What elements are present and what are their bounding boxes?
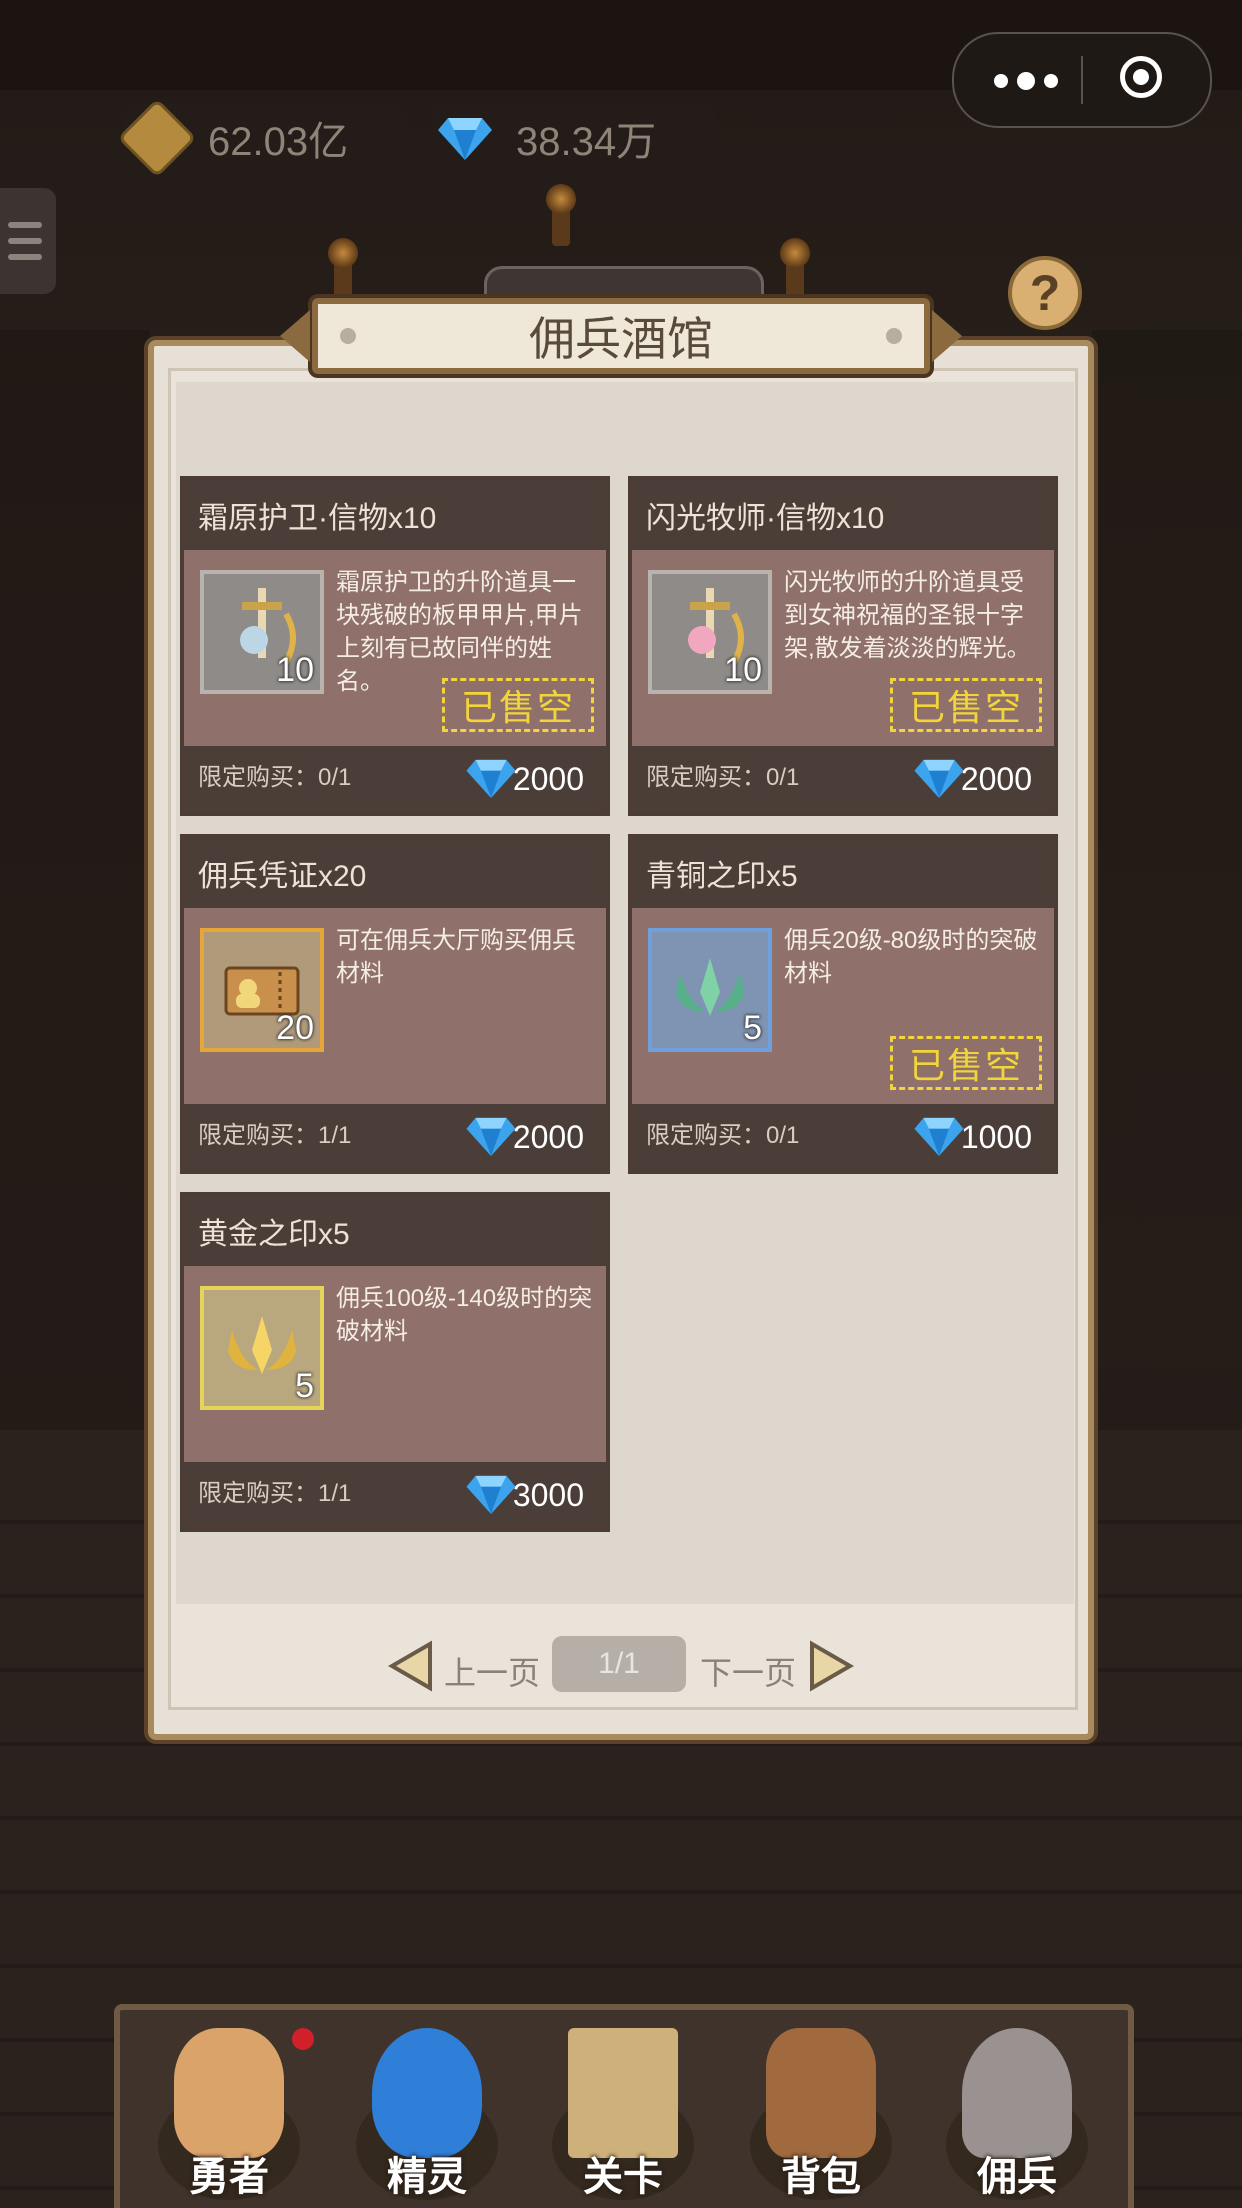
gold-coin-icon [117, 98, 197, 178]
item-price: 2000 [960, 761, 1032, 797]
map-icon [568, 2028, 678, 2158]
nav-label: 关卡 [583, 2155, 663, 2199]
bronze-seal-icon: 5 [648, 928, 772, 1052]
notification-badge [292, 2028, 314, 2050]
sold-out-stamp: 已售空 [890, 1036, 1042, 1090]
menu-line [8, 238, 42, 244]
item-name: 青铜之印x5 [632, 838, 1054, 908]
item-price: 3000 [512, 1477, 584, 1513]
purchase-limit: 限定购买：0/1 [646, 764, 800, 791]
diamond-icon [914, 759, 964, 798]
nav-spirit[interactable]: 精灵 [342, 2010, 512, 2208]
backpack-icon [766, 2028, 876, 2158]
nav-label: 精灵 [387, 2155, 467, 2199]
diamond-icon [466, 1475, 516, 1514]
item-count: 5 [743, 1009, 762, 1047]
item-count: 5 [295, 1367, 314, 1405]
help-button[interactable]: ? [1008, 256, 1082, 330]
plaque-pin [886, 328, 902, 344]
item-description: 闪光牧师的升阶道具受到女神祝福的圣银十字架,散发着淡淡的辉光。 [784, 569, 1031, 662]
item-name: 佣兵凭证x20 [184, 838, 606, 908]
nav-label: 佣兵 [977, 2155, 1057, 2199]
page-indicator: 1/1 [552, 1636, 686, 1692]
shop-item-card[interactable]: 黄金之印x5 5 佣兵100级-140级时的突破材料 限定购买：1/1 3000 [180, 1192, 610, 1532]
next-page-button[interactable]: 下一页 [700, 1648, 796, 1694]
item-count: 20 [276, 1009, 314, 1047]
item-description: 佣兵100级-140级时的突破材料 [336, 1285, 593, 1345]
diamond-icon [466, 1117, 516, 1156]
gold-amount: 62.03亿 [208, 120, 349, 164]
pagination: 上一页 1/1 下一页 [388, 1636, 858, 1698]
item-count: 10 [276, 651, 314, 689]
prev-page-button[interactable]: 上一页 [444, 1648, 540, 1694]
ticket-icon: 20 [200, 928, 324, 1052]
shop-item-card[interactable]: 青铜之印x5 5 佣兵20级-80级时的突破材料 已售空 限定购买：0/1 10… [628, 834, 1058, 1174]
item-description: 佣兵20级-80级时的突破材料 [784, 927, 1038, 987]
close-target-icon[interactable] [1120, 56, 1162, 98]
item-description: 可在佣兵大厅购买佣兵材料 [336, 927, 576, 987]
item-name: 闪光牧师·信物x10 [632, 480, 1054, 550]
diamond-icon [466, 759, 516, 798]
nav-label: 勇者 [189, 2155, 269, 2199]
nav-backpack[interactable]: 背包 [736, 2010, 906, 2208]
nav-stage[interactable]: 关卡 [538, 2010, 708, 2208]
menu-line [8, 222, 42, 228]
diamond-icon [436, 109, 494, 167]
wall-shadow-left [0, 330, 150, 1430]
torch-icon [546, 184, 576, 246]
gold-currency: 62.03亿 [117, 98, 406, 178]
shop-item-card[interactable]: 闪光牧师·信物x10 10 闪光牧师的升阶道具受到女神祝福的圣银十字架,散发着淡… [628, 476, 1058, 816]
purchase-limit: 限定购买：0/1 [198, 764, 352, 791]
item-price: 2000 [512, 1119, 584, 1155]
purchase-limit: 限定购买：0/1 [646, 1122, 800, 1149]
sold-out-stamp: 已售空 [442, 678, 594, 732]
hero-icon [174, 2028, 284, 2158]
wall-shadow-right [1092, 330, 1242, 1430]
prev-arrow-icon[interactable] [388, 1640, 434, 1692]
nav-hero[interactable]: 勇者 [144, 2010, 314, 2208]
item-price: 1000 [960, 1119, 1032, 1155]
diamond-currency: 38.34万 [430, 104, 716, 172]
item-name: 霜原护卫·信物x10 [184, 480, 606, 550]
diamond-amount: 38.34万 [516, 120, 657, 164]
nav-mercenary[interactable]: 佣兵 [932, 2010, 1102, 2208]
torch-icon [780, 238, 810, 300]
mini-program-capsule [952, 32, 1212, 128]
side-menu-button[interactable] [0, 188, 56, 294]
mercenary-helmet-icon [962, 2028, 1072, 2158]
torch-icon [328, 238, 358, 300]
next-arrow-icon[interactable] [808, 1640, 854, 1692]
diamond-icon [914, 1117, 964, 1156]
nav-label: 背包 [781, 2155, 861, 2199]
panel-title-plaque: 佣兵酒馆 [312, 298, 930, 374]
shop-item-card[interactable]: 佣兵凭证x20 20 可在佣兵大厅购买佣兵材料 限定购买：1/1 2000 [180, 834, 610, 1174]
gold-seal-icon: 5 [200, 1286, 324, 1410]
menu-line [8, 254, 42, 260]
purchase-limit: 限定购买：1/1 [198, 1122, 352, 1149]
item-count: 10 [724, 651, 762, 689]
item-price: 2000 [512, 761, 584, 797]
purchase-limit: 限定购买：1/1 [198, 1480, 352, 1507]
more-icon[interactable] [994, 72, 1058, 90]
item-name: 黄金之印x5 [184, 1196, 606, 1266]
sword-token-icon: 10 [648, 570, 772, 694]
plaque-pin [340, 328, 356, 344]
question-icon: ? [1029, 265, 1061, 321]
sold-out-stamp: 已售空 [890, 678, 1042, 732]
shop-item-card[interactable]: 霜原护卫·信物x10 10 霜原护卫的升阶道具一块残破的板甲甲片,甲片上刻有已故… [180, 476, 610, 816]
sword-token-icon: 10 [200, 570, 324, 694]
spirit-icon [372, 2028, 482, 2158]
panel-title: 佣兵酒馆 [529, 313, 713, 365]
capsule-divider [1081, 56, 1083, 104]
